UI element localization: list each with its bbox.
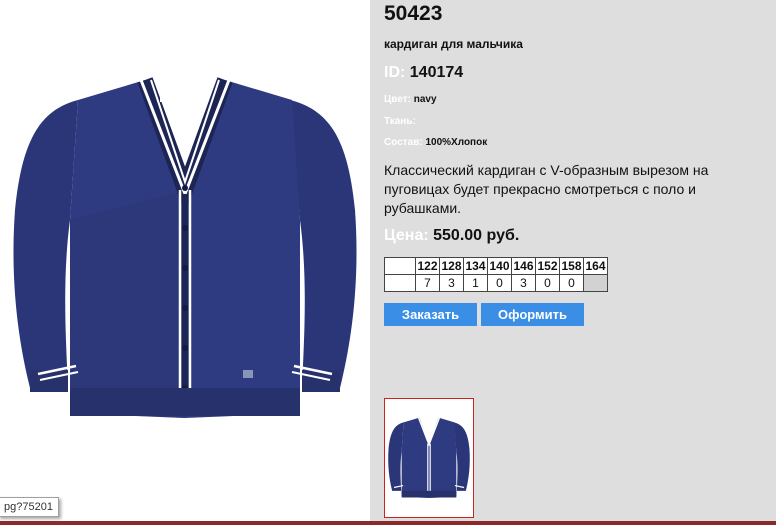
attr-color-label: Цвет: [384,94,411,105]
product-page: pg?75201 50423 кардиган для мальчика ID:… [0,0,776,525]
size-quantity-cell[interactable]: 1 [463,274,488,292]
product-id-label: ID: [384,64,406,81]
size-quantity-cell-unavailable [583,274,608,292]
product-thumbnail[interactable] [384,398,474,518]
size-header-cell: 164 [583,257,608,275]
size-quantity-cell[interactable]: 3 [439,274,464,292]
product-id-value: 140174 [409,64,464,81]
product-description: Классический кардиган с V-образным вырез… [384,162,709,216]
product-model-number: 50423 [384,2,443,25]
attr-fabric: Ткань: [384,116,416,127]
url-tooltip: pg?75201 [0,497,59,517]
attr-composition: Состав: 100%Хлопок [384,137,487,148]
order-button[interactable]: Заказать [384,303,477,326]
checkout-button[interactable]: Оформить [481,303,584,326]
size-quantity-corner [384,274,416,292]
price-value: 550.00 руб. [433,227,520,244]
bottom-border-bar [0,521,776,525]
size-header-corner [384,257,416,275]
size-header-cell: 158 [559,257,584,275]
product-details-panel: 50423 кардиган для мальчика ID: 140174 Ц… [370,0,776,525]
size-header-cell: 128 [439,257,464,275]
size-header-cell: 122 [415,257,440,275]
attr-composition-label: Состав: [384,137,423,148]
product-photo [13,77,357,418]
size-quantity-row: 7 3 1 0 3 0 0 [384,274,608,292]
size-quantity-cell[interactable]: 7 [415,274,440,292]
image-panel: pg?75201 [0,0,370,525]
size-quantity-cell[interactable]: 3 [511,274,536,292]
price-label: Цена: [384,227,429,244]
size-quantity-cell[interactable]: 0 [535,274,560,292]
size-header-cell: 152 [535,257,560,275]
thumbnail-image [388,417,470,498]
size-availability-table: 122 128 134 140 146 152 158 164 7 3 1 0 … [384,257,608,292]
size-header-row: 122 128 134 140 146 152 158 164 [384,257,608,275]
attr-composition-value: 100%Хлопок [425,137,488,148]
attr-color: Цвет: navy [384,94,437,105]
size-quantity-cell[interactable]: 0 [559,274,584,292]
size-header-cell: 134 [463,257,488,275]
size-header-cell: 140 [487,257,512,275]
product-id: ID: 140174 [384,64,463,82]
size-header-cell: 146 [511,257,536,275]
product-subtitle: кардиган для мальчика [384,37,523,51]
attr-color-value: navy [413,94,437,105]
product-price: Цена: 550.00 руб. [384,227,519,245]
size-quantity-cell[interactable]: 0 [487,274,512,292]
attr-fabric-label: Ткань: [384,116,416,127]
